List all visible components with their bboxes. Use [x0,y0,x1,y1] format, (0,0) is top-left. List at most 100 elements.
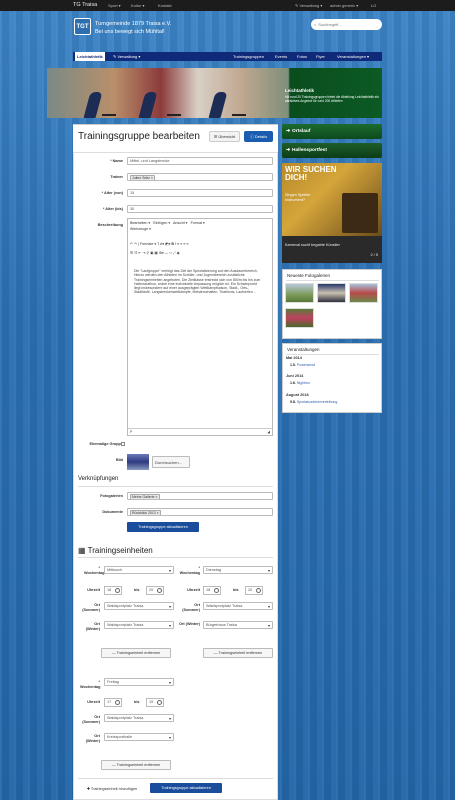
gallery-thumbnail[interactable] [285,283,314,303]
nav-trainingsgruppen[interactable]: Trainingsgruppen [233,54,264,59]
menu-verwaltung[interactable]: ✎ Verwaltung ▾ [295,3,322,8]
remove-session-button[interactable]: — Trainingseinheit entfernen [203,648,273,658]
menu-kultur[interactable]: Kultur ▾ [131,3,145,8]
place-summer-select[interactable]: Waldsportplatz Traisa [104,714,174,722]
weekday-select[interactable]: Dienstag [203,566,273,574]
indent-icon[interactable]: ⇥ [142,251,145,255]
clear-format-icon[interactable]: Ꞁ [157,242,159,246]
bullet-list-icon[interactable]: ☰ [130,251,133,255]
formats-dropdown[interactable]: Formate ▾ [140,242,156,246]
media-icon[interactable]: ▦ [155,251,158,255]
menu-kontakt[interactable]: Kontakt [158,3,172,8]
weekday-select[interactable]: Mittwoch [104,566,174,574]
link-icon[interactable]: ⚲ [147,251,150,255]
sidebar-hallensportfest[interactable]: ➜ Hallensportfest [282,143,382,158]
hr-icon[interactable]: — [165,251,169,255]
event-name[interactable]: Nightrun [297,381,310,385]
former-group-checkbox[interactable] [121,442,125,446]
italic-icon[interactable]: I [175,242,176,246]
code-icon[interactable]: ‹› [169,251,171,255]
image-icon[interactable]: ▣ [150,251,153,255]
menu-lg[interactable]: LG [371,3,376,8]
event-item[interactable]: 1.6. Nightrun [290,381,310,385]
nav-flyer[interactable]: Flyer [316,54,325,59]
align-right-icon[interactable]: ≡ [183,242,185,246]
nav-leichtathletik[interactable]: Leichtathletik [75,52,105,61]
menu-sport[interactable]: Sport ▾ [108,3,121,8]
align-left-icon[interactable]: ≡ [177,242,179,246]
gallery-thumbnail[interactable] [285,308,314,328]
editor-menu-view[interactable]: Ansicht ▾ [173,221,188,225]
overview-button[interactable]: ☰ Übersicht [209,131,240,142]
details-button[interactable]: ⓘ Details [244,131,273,142]
event-name[interactable]: Sportabzeichenverleihung [297,400,337,404]
time-to-input[interactable]: 20 [146,586,164,595]
time-to-input[interactable]: 19 [146,698,164,707]
promo-carousel[interactable]: WIR SUCHEN DICH! Singen Spielen Instrume… [282,163,382,263]
align-center-icon[interactable]: ≡ [180,242,182,246]
event-item[interactable]: 5.8. Sportabzeichenverleihung [290,400,337,404]
nav-events[interactable]: Events [275,54,287,59]
table-icon[interactable]: ⊞▾ [159,251,164,255]
undo-icon[interactable]: ↶ [130,242,133,246]
place-summer-select[interactable]: Waldsportplatz Traisa [203,602,273,610]
menu-user[interactable]: admin generic ▾ [330,3,358,8]
bold-icon[interactable]: B [171,242,174,246]
time-label: Uhrzeit [187,588,200,592]
search-input[interactable] [318,22,374,27]
nav-veranstaltungen[interactable]: Veranstaltungen ▾ [337,54,369,59]
documents-tag[interactable]: Rückblick 2013 × [130,510,161,515]
editor-menubar: Bearbeiten ▾ Einfügen ▾ Ansicht ▾ Format… [130,221,205,234]
remove-session-button[interactable]: — Trainingseinheit entfernen [101,760,171,770]
editor-content[interactable]: Die "Laufgruppe" verfolgt das Ziel der S… [130,267,268,297]
place-winter-select[interactable]: Waldsportplatz Traisa [104,621,174,629]
resize-handle-icon[interactable]: ◢ [267,430,270,434]
time-to-input[interactable]: 20 [245,586,263,595]
promo-pager[interactable]: 2 / 5 [371,253,378,257]
numbered-list-icon[interactable]: ☷ [134,251,137,255]
rich-text-editor[interactable]: Bearbeiten ▾ Einfügen ▾ Ansicht ▾ Format… [127,218,273,436]
place-winter-label: Ort (Winter) [85,622,100,631]
place-winter-select[interactable]: Kreissporthalle [104,733,174,741]
gallery-input[interactable]: Meine Gallerie × [127,492,273,500]
nav-fotos[interactable]: Fotos [297,54,307,59]
bg-color-icon[interactable]: ◩▾ [165,242,170,246]
editor-menu-format[interactable]: Format ▾ [191,221,205,225]
weekday-select[interactable]: Freitag [104,678,174,686]
remove-session-button[interactable]: — Trainingseinheit entfernen [101,648,171,658]
add-session-button[interactable]: ✚ Trainingseinheit hinzufügen [78,783,146,793]
time-from-input[interactable]: 17 [104,698,122,707]
age-from-input[interactable]: 15 [127,189,273,197]
trainer-tag[interactable]: Julien Seitz × [130,175,155,180]
text-color-icon[interactable]: A▾ [160,242,164,246]
gallery-thumbnail[interactable] [317,283,346,303]
editor-menu-insert[interactable]: Einfügen ▾ [153,221,170,225]
gallery-thumbnail[interactable] [349,283,378,303]
place-winter-select[interactable]: Bürgerhaus Traisa [203,621,273,629]
time-from-input[interactable]: 18 [104,586,122,595]
editor-menu-edit[interactable]: Bearbeiten ▾ [130,221,150,225]
preview-icon[interactable]: ◉ [177,251,180,255]
time-from-input[interactable]: 18 [203,586,221,595]
event-name[interactable]: Powerwood [297,363,315,367]
place-summer-select[interactable]: Waldsportplatz Traisa [104,602,174,610]
redo-icon[interactable]: ↷ [134,242,137,246]
update-links-button[interactable]: Trainingsgruppe aktualisieren [127,522,199,532]
sidebar-ortslauf[interactable]: ➜ Ortslauf [282,124,382,139]
brand-link[interactable]: TG Traisa [73,2,97,8]
editor-menu-tools[interactable]: Werkzeuge ▾ [130,227,151,231]
club-logo[interactable]: TGT [74,18,91,35]
fullscreen-icon[interactable]: ⤢ [173,251,176,255]
gallery-tag[interactable]: Meine Gallerie × [130,494,160,499]
name-input[interactable]: Mittel- und Langstrecke [127,157,273,165]
event-item[interactable]: 1.5. Powerwood [290,363,315,367]
trainer-input[interactable]: Julien Seitz × [127,173,273,181]
nav-verwaltung[interactable]: ✎ Verwaltung ▾ [113,54,140,59]
documents-input[interactable]: Rückblick 2013 × [127,508,273,516]
save-group-button[interactable]: Trainingsgruppe aktualisieren [150,783,222,793]
search-box[interactable]: ⌕ [311,19,382,30]
browse-button[interactable]: Durchsuchen... [152,456,190,468]
gallery-label: Fotogalerien [100,494,123,498]
align-justify-icon[interactable]: ≡ [186,242,188,246]
age-to-input[interactable]: 30 [127,205,273,213]
